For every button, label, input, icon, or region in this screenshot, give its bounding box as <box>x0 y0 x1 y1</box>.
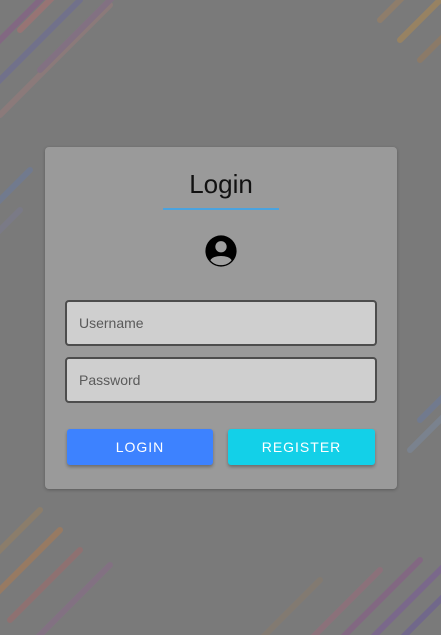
account-circle-icon <box>205 235 237 267</box>
password-input[interactable] <box>65 357 377 403</box>
title-underline <box>163 208 279 210</box>
login-page: Login LOGIN REGISTER <box>0 0 441 635</box>
login-card: Login LOGIN REGISTER <box>45 147 397 489</box>
login-button[interactable]: LOGIN <box>67 429 213 465</box>
login-title: Login <box>189 169 253 199</box>
register-button[interactable]: REGISTER <box>228 429 375 465</box>
username-input[interactable] <box>65 300 377 346</box>
